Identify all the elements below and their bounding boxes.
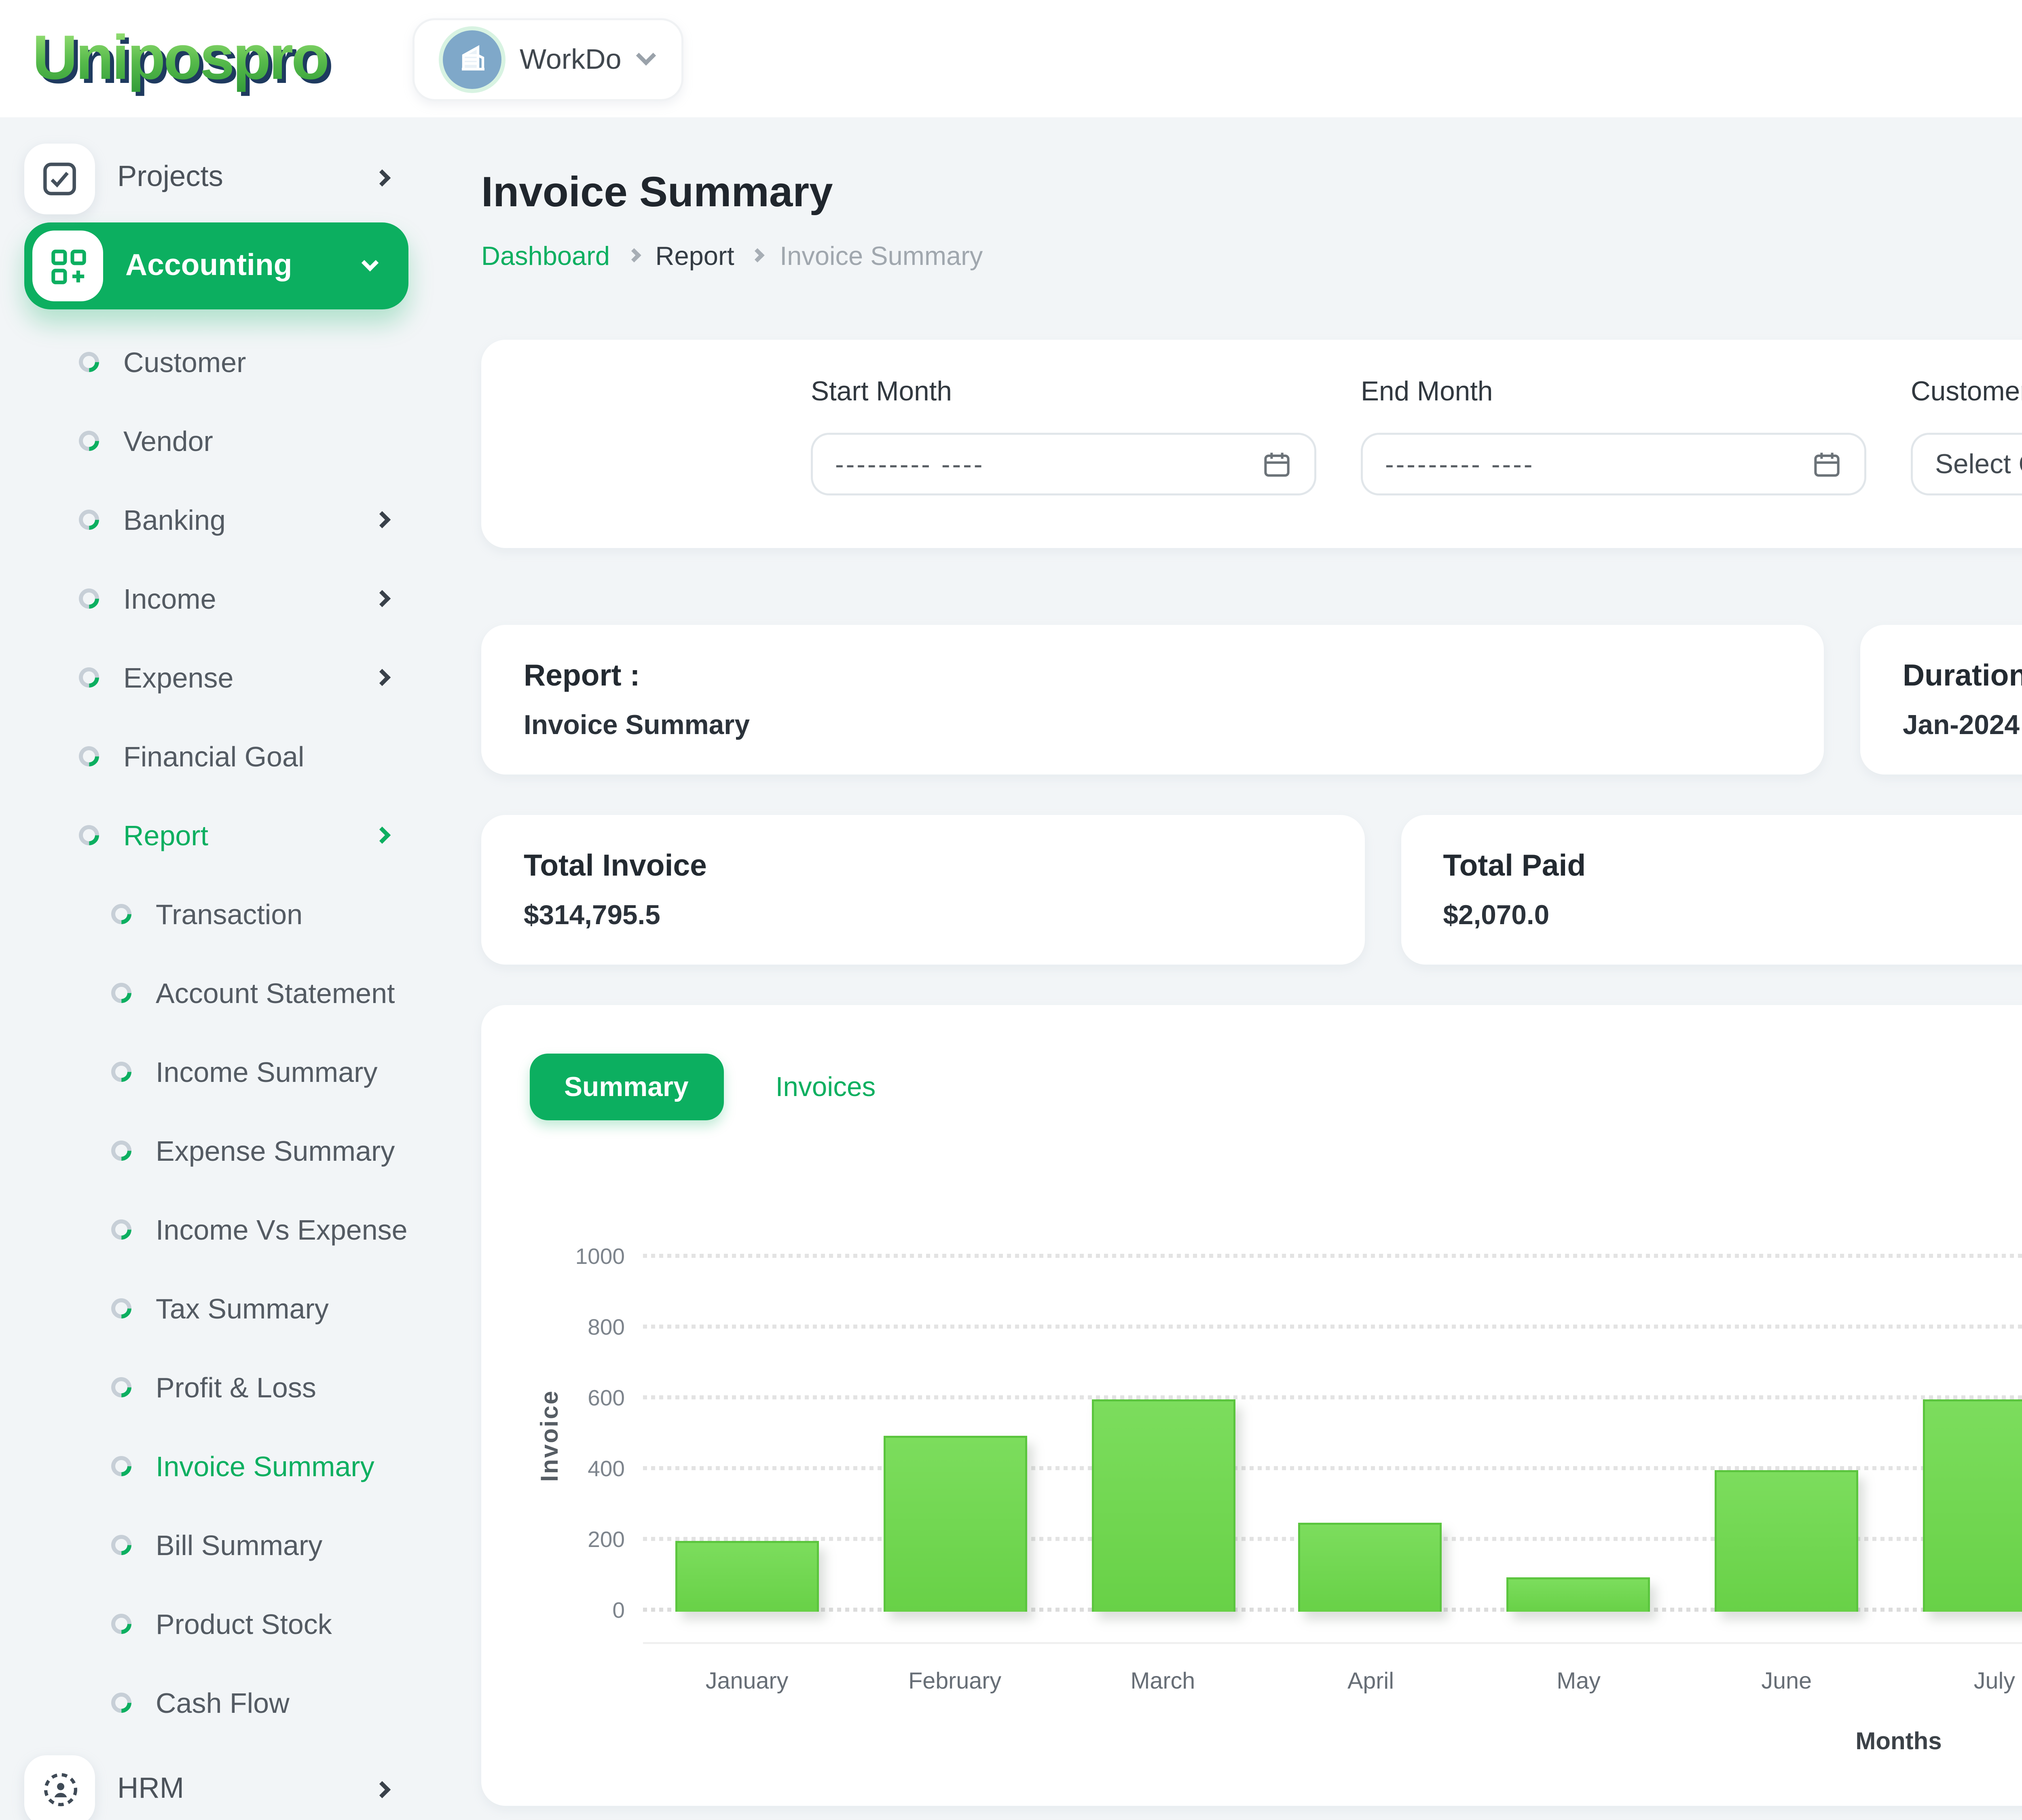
filter-panel: Start Month --------- ---- End Month ---…	[481, 340, 2022, 548]
bullet-icon	[74, 820, 104, 849]
bullet-icon	[107, 1372, 136, 1401]
bullet-icon	[107, 1056, 136, 1085]
total-paid-card: Total Paid $2,070.0	[1400, 815, 2022, 965]
chevron-right-icon	[373, 589, 391, 606]
company-name: WorkDo	[520, 42, 622, 75]
sidebar: Projects Accounting Customer Vendor Bank…	[0, 117, 429, 1820]
sidebar-item-income-summary[interactable]: Income Summary	[24, 1031, 408, 1110]
sidebar-item-banking[interactable]: Banking	[24, 479, 408, 558]
bullet-icon	[107, 1214, 136, 1243]
company-switcher[interactable]: WorkDo	[412, 17, 684, 100]
sidebar-item-income[interactable]: Income	[24, 558, 408, 637]
bar-column[interactable]	[1891, 1258, 2022, 1612]
chevron-right-icon	[373, 1781, 391, 1799]
bar-column[interactable]	[1267, 1258, 1474, 1612]
customer-label: Customer	[1911, 376, 2022, 406]
start-month-input[interactable]: --------- ----	[811, 433, 1316, 495]
hrm-person-icon	[24, 1754, 95, 1820]
sidebar-item-accounting[interactable]: Accounting	[24, 222, 408, 309]
accounting-grid-icon	[32, 231, 103, 301]
chevron-right-icon	[373, 668, 391, 685]
bullet-icon	[107, 1687, 136, 1716]
bullet-icon	[74, 425, 104, 454]
bullet-icon	[74, 583, 104, 612]
bullet-icon	[107, 1135, 136, 1164]
chart-yaxis: 0 200 400 600 800 1000	[575, 1246, 625, 1624]
start-month-label: Start Month	[811, 376, 952, 406]
tab-invoices[interactable]: Invoices	[776, 1072, 876, 1102]
app-root: Unipospro WorkDo 0 Create Workspace Work…	[0, 0, 2022, 1820]
page-title: Invoice Summary	[481, 170, 833, 216]
sidebar-item-bill-summary[interactable]: Bill Summary	[24, 1505, 408, 1583]
total-invoice-card: Total Invoice $314,795.5	[481, 815, 1364, 965]
sidebar-item-financial-goal[interactable]: Financial Goal	[24, 716, 408, 795]
sidebar-item-vendor[interactable]: Vendor	[24, 400, 408, 479]
breadcrumb: Dashboard Report Invoice Summary	[481, 241, 983, 271]
breadcrumb-dashboard[interactable]: Dashboard	[481, 241, 610, 271]
info-cards-row: Report : Invoice Summary Duration : Jan-…	[481, 625, 2022, 775]
chart-x-axis-title: Months	[1855, 1727, 1942, 1755]
sidebar-item-report[interactable]: Report	[24, 795, 408, 874]
bullet-icon	[74, 662, 104, 691]
report-card: Report : Invoice Summary	[481, 625, 1824, 775]
bar-column[interactable]	[1475, 1258, 1683, 1612]
bullet-icon	[74, 504, 104, 533]
breadcrumb-report[interactable]: Report	[656, 241, 734, 271]
bar-column[interactable]	[1683, 1258, 1891, 1612]
sidebar-item-customer[interactable]: Customer	[24, 322, 408, 400]
sidebar-item-cash-flow[interactable]: Cash Flow	[24, 1662, 408, 1741]
main-content: Invoice Summary Dashboard Report Invoice…	[429, 117, 2022, 1820]
check-square-icon	[24, 142, 95, 214]
chevron-right-icon	[751, 249, 764, 262]
sidebar-item-account-statement[interactable]: Account Statement	[24, 952, 408, 1031]
chevron-right-icon	[373, 825, 391, 843]
bar-column[interactable]	[643, 1258, 851, 1612]
chevron-down-icon	[361, 254, 379, 272]
duration-card: Duration : Jan-2024 to Dec-2024	[1860, 625, 2022, 775]
sidebar-item-invoice-summary[interactable]: Invoice Summary	[24, 1426, 408, 1505]
bullet-icon	[107, 1608, 136, 1637]
chart-card: Summary Invoices Invoice 0 200 400 600 800 10…	[481, 1005, 2022, 1806]
chevron-right-icon	[373, 510, 391, 527]
sidebar-item-expense[interactable]: Expense	[24, 637, 408, 716]
chevron-right-icon	[373, 169, 391, 187]
chart-plot	[643, 1254, 2022, 1612]
sidebar-item-hrm[interactable]: HRM	[24, 1749, 408, 1820]
bullet-icon	[74, 741, 104, 770]
sidebar-item-projects[interactable]: Projects	[24, 138, 408, 218]
sidebar-item-product-stock[interactable]: Product Stock	[24, 1583, 408, 1662]
invoice-bar-chart: Invoice 0 200 400 600 800 1000 January Februar…	[530, 1246, 2022, 1695]
breadcrumb-current: Invoice Summary	[780, 241, 983, 271]
bullet-icon	[74, 347, 104, 375]
bullet-icon	[107, 1530, 136, 1558]
bullet-icon	[107, 899, 136, 927]
chevron-right-icon	[626, 249, 639, 262]
end-month-label: End Month	[1361, 376, 1493, 406]
calendar-icon	[1264, 453, 1290, 477]
sidebar-item-tax-summary[interactable]: Tax Summary	[24, 1268, 408, 1347]
app-header: Unipospro WorkDo 0 Create Workspace Work…	[0, 0, 2022, 117]
chart-y-axis-title: Invoice	[536, 1388, 564, 1481]
bar-column[interactable]	[851, 1258, 1059, 1612]
calendar-icon	[1814, 453, 1840, 477]
sidebar-item-transaction[interactable]: Transaction	[24, 874, 408, 952]
sidebar-item-expense-summary[interactable]: Expense Summary	[24, 1110, 408, 1189]
chart-xlabels: JanuaryFebruaryMarchAprilMayJuneJulyAugu…	[643, 1642, 2022, 1695]
bullet-icon	[107, 1451, 136, 1479]
chart-tabs: Summary Invoices	[530, 1054, 2022, 1120]
customer-select[interactable]: Select Customer	[1911, 433, 2022, 495]
totals-row: Total Invoice $314,795.5 Total Paid $2,0…	[481, 815, 2022, 965]
end-month-input[interactable]: --------- ----	[1361, 433, 1866, 495]
tab-summary[interactable]: Summary	[530, 1054, 723, 1120]
chevron-down-icon	[637, 45, 657, 66]
bullet-icon	[107, 978, 136, 1006]
sidebar-item-profit-loss[interactable]: Profit & Loss	[24, 1347, 408, 1426]
sidebar-item-income-vs-expense[interactable]: Income Vs Expense	[24, 1189, 408, 1268]
brand-logo: Unipospro	[32, 22, 330, 95]
page-head: Invoice Summary Dashboard Report Invoice…	[481, 170, 2022, 271]
company-building-icon	[443, 29, 501, 88]
bullet-icon	[107, 1293, 136, 1322]
bar-column[interactable]	[1059, 1258, 1267, 1612]
